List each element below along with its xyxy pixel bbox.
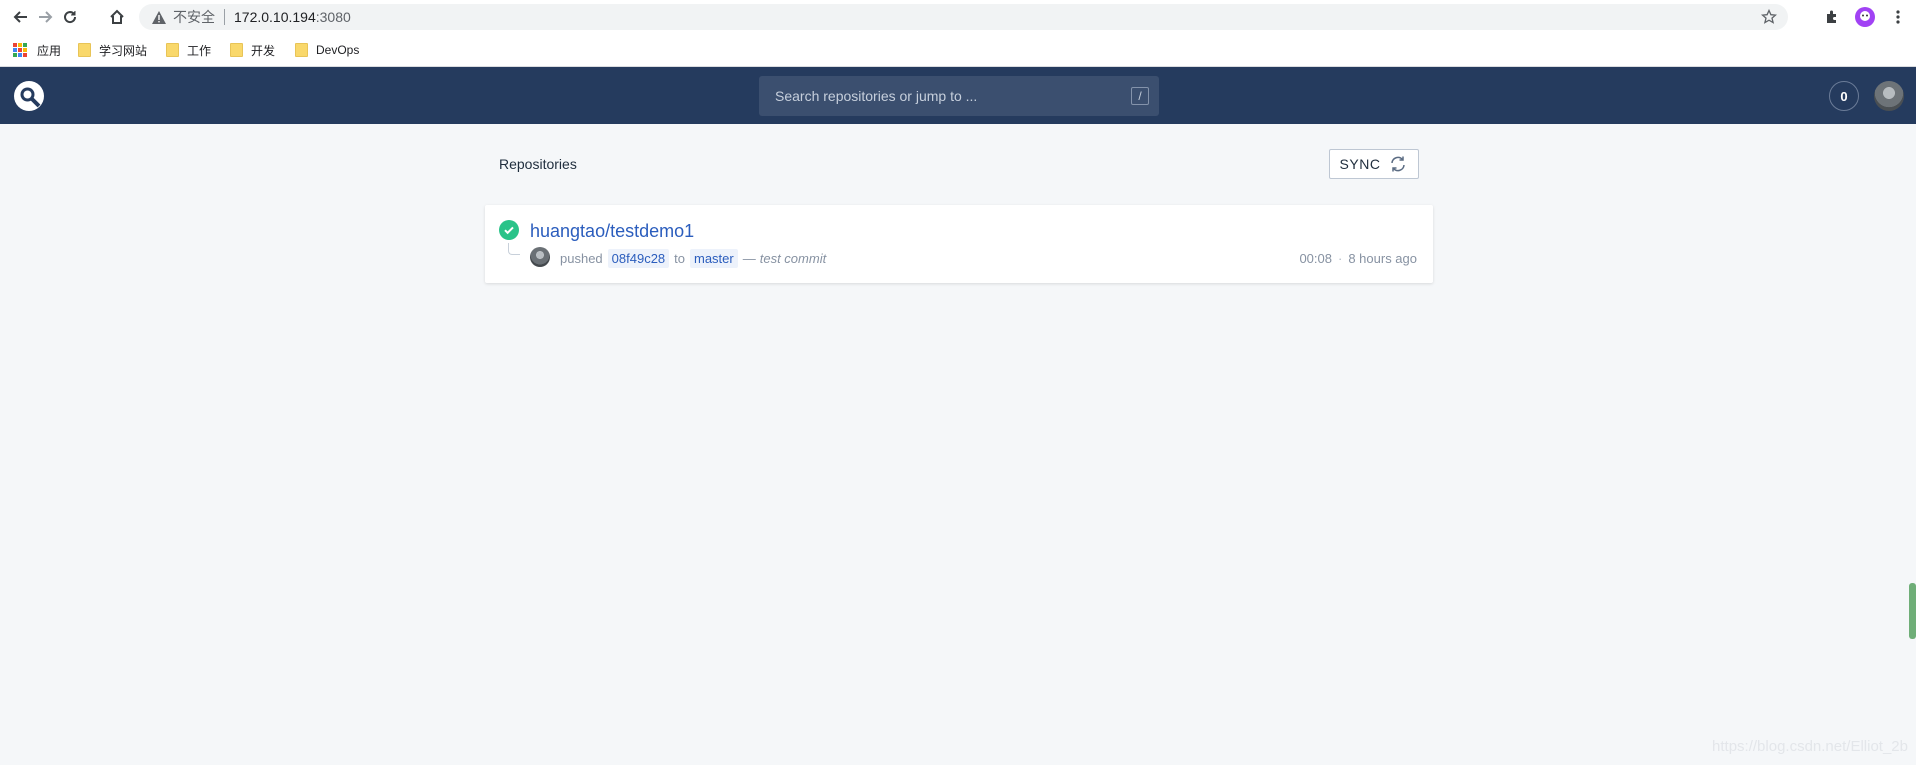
success-check-icon: [499, 220, 519, 240]
sync-label: SYNC: [1339, 156, 1381, 172]
commit-author-avatar: [530, 247, 550, 267]
insecure-label[interactable]: 不安全: [173, 7, 215, 27]
repo-name-link[interactable]: huangtao/testdemo1: [530, 221, 694, 242]
bookmark-folder[interactable]: 学习网站: [78, 41, 147, 59]
commit-timestamp: 00:08 · 8 hours ago: [1299, 251, 1417, 266]
folder-icon: [230, 43, 243, 57]
apps-grid-icon: [13, 43, 27, 57]
folder-icon: [295, 43, 308, 57]
bookmark-star-icon[interactable]: [1760, 8, 1778, 26]
address-bar[interactable]: 不安全 172.0.10.194:3080: [139, 4, 1788, 30]
warning-icon[interactable]: [151, 9, 167, 25]
menu-button[interactable]: [1887, 6, 1909, 28]
url-host: 172.0.10.194: [234, 9, 316, 25]
search-box[interactable]: /: [759, 76, 1159, 116]
search-input[interactable]: [775, 88, 1115, 104]
folder-icon: [78, 43, 91, 57]
profile-button[interactable]: [1854, 6, 1876, 28]
bookmark-folder[interactable]: 工作: [166, 41, 211, 59]
back-button[interactable]: [9, 6, 31, 28]
commit-relative-time: 8 hours ago: [1348, 251, 1417, 266]
sync-button[interactable]: SYNC: [1329, 149, 1419, 179]
extensions-button[interactable]: [1821, 6, 1843, 28]
sync-icon: [1391, 156, 1406, 172]
commit-dash: —: [742, 251, 756, 266]
home-button[interactable]: [106, 6, 128, 28]
tree-connector: [508, 243, 520, 255]
home-icon: [110, 9, 124, 24]
separator-dot: ·: [1337, 251, 1343, 266]
browser-toolbar: 不安全 172.0.10.194:3080: [0, 0, 1916, 34]
commit-summary: pushed 08f49c28 to master — test commit: [560, 249, 826, 268]
url-port: :3080: [315, 9, 351, 25]
puzzle-icon: [1827, 10, 1836, 23]
notification-badge[interactable]: 0: [1829, 81, 1859, 111]
app-header: / 0: [0, 67, 1916, 124]
repo-card[interactable]: huangtao/testdemo1 pushed 08f49c28 to ma…: [485, 205, 1433, 283]
bookmark-folder[interactable]: 开发: [230, 41, 275, 59]
scrollbar-thumb[interactable]: [1909, 583, 1916, 639]
bookmark-label: 学习网站: [99, 43, 148, 58]
branch-name[interactable]: master: [690, 249, 738, 268]
profile-avatar-icon: [1855, 7, 1875, 27]
commit-time: 00:08: [1299, 251, 1332, 266]
bookmark-label: 应用: [37, 43, 62, 58]
more-vert-icon: [1896, 10, 1900, 24]
drone-logo-icon[interactable]: [13, 80, 45, 112]
user-avatar[interactable]: [1874, 81, 1904, 111]
commit-to: to: [674, 251, 685, 266]
commit-action: pushed: [560, 251, 603, 266]
bookmark-label: 工作: [187, 43, 212, 58]
url-separator: [224, 9, 225, 25]
bookmark-folder[interactable]: DevOps: [295, 41, 359, 59]
back-arrow-icon: [13, 11, 27, 23]
bookmark-label: DevOps: [316, 43, 360, 57]
reload-icon: [64, 11, 77, 24]
commit-sha[interactable]: 08f49c28: [607, 249, 670, 268]
forward-button[interactable]: [35, 6, 57, 28]
bookmarks-bar: 应用 学习网站 工作 开发 DevOps: [0, 34, 1916, 67]
folder-icon: [166, 43, 179, 57]
bookmark-label: 开发: [251, 43, 276, 58]
watermark-text: https://blog.csdn.net/Elliot_2b: [1712, 738, 1908, 755]
reload-button[interactable]: [59, 6, 81, 28]
commit-message: test commit: [759, 251, 827, 266]
page-title: Repositories: [499, 156, 577, 172]
shortcut-hint: /: [1131, 87, 1149, 105]
forward-arrow-icon: [39, 11, 53, 23]
bookmark-apps[interactable]: 应用: [13, 41, 61, 59]
